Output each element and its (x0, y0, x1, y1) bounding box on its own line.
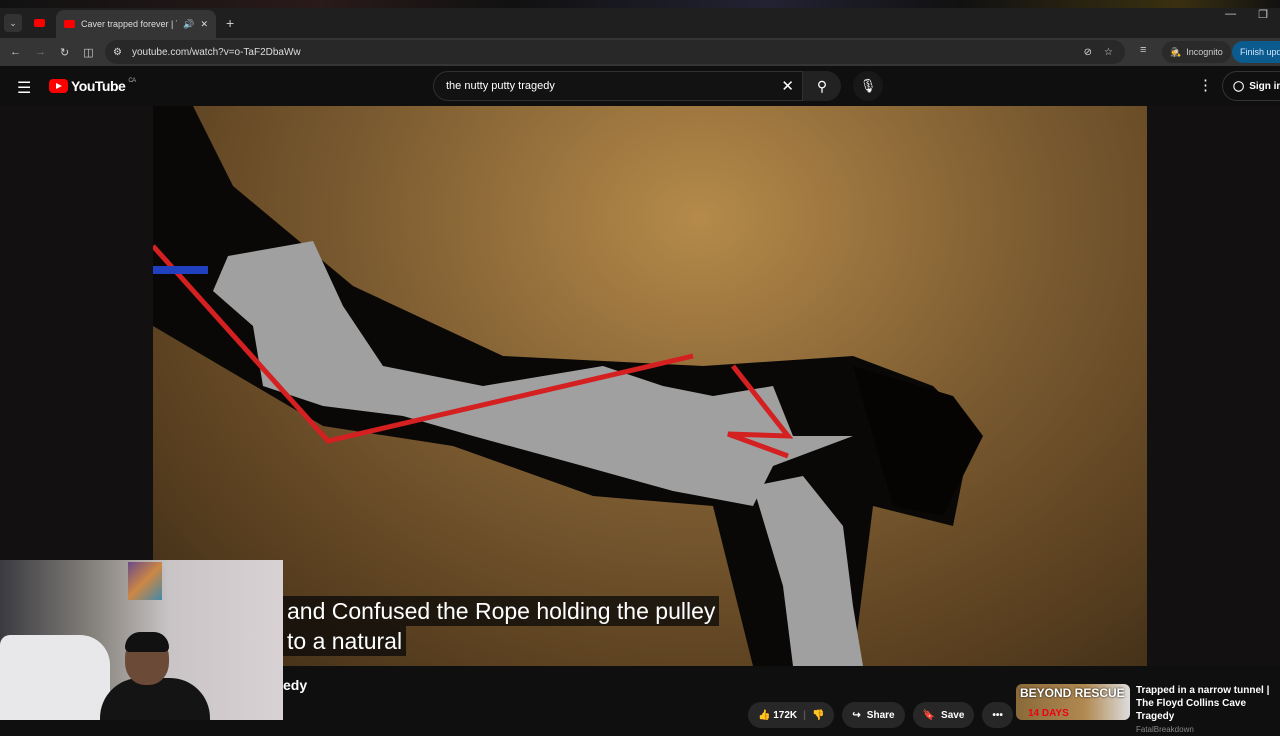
thumbs-up-icon: 👍 (758, 709, 771, 721)
search-button[interactable]: ⚲ (803, 71, 841, 101)
like-count: 172K (773, 709, 798, 721)
dislike-button[interactable]: 👎 (812, 710, 824, 721)
mic-icon: 🎙 (859, 78, 877, 93)
speaker-icon[interactable]: 🔊 (183, 19, 194, 30)
like-dislike-group: 👍 172K | 👎 (748, 702, 835, 728)
address-bar-row: ← → ↻ ◫ ⚙ youtube.com/watch?v=o-TaF2DbaW… (0, 38, 1280, 66)
incognito-label: Incognito (1186, 47, 1223, 57)
video-frame[interactable] (153, 106, 1147, 666)
incognito-badge[interactable]: 🕵 Incognito (1162, 41, 1231, 63)
sign-in-label: Sign in (1249, 80, 1280, 92)
youtube-favicon (64, 20, 75, 28)
account-icon: ◯ (1233, 80, 1245, 92)
close-tab-icon[interactable]: ✕ (200, 19, 208, 30)
menu-icon[interactable]: ☰ (17, 78, 31, 98)
restore-button[interactable]: ❐ (1258, 8, 1268, 21)
player-letterbox-right (1147, 106, 1280, 666)
more-horizontal-icon: ••• (992, 709, 1003, 721)
new-tab-button[interactable]: + (226, 15, 234, 31)
youtube-logo[interactable]: YouTube CA (49, 78, 136, 94)
eye-off-icon[interactable]: ⊘ (1084, 47, 1092, 58)
url-text[interactable]: youtube.com/watch?v=o-TaF2DbaWw (132, 47, 301, 58)
caption-line-1: and Confused the Rope holding the pulley (283, 596, 720, 626)
search-icon: ⚲ (816, 77, 828, 94)
youtube-play-icon (49, 79, 68, 93)
reload-icon[interactable]: ↻ (60, 46, 69, 59)
person-hair (125, 632, 169, 652)
finish-update-button[interactable]: Finish update (1232, 41, 1280, 63)
recommended-video[interactable]: BEYOND RESCUE 14 DAYS Trapped in a narro… (1016, 684, 1280, 734)
pinned-tab-youtube[interactable] (22, 19, 56, 27)
share-button[interactable]: ↪ Share (842, 702, 905, 728)
bed (0, 635, 110, 720)
logo-text: YouTube (71, 78, 126, 94)
omnibox[interactable]: ⚙ youtube.com/watch?v=o-TaF2DbaWw ⊘ ☆ (105, 40, 1125, 64)
share-icon: ↪ (852, 709, 861, 721)
screen-top-strip (0, 0, 1280, 8)
thumbnail-text-2: 14 DAYS (1028, 708, 1069, 719)
thumbs-down-icon: 👎 (811, 709, 825, 721)
star-icon[interactable]: ☆ (1104, 47, 1113, 58)
thumbnail-text-1: BEYOND RESCUE (1020, 686, 1125, 700)
more-options-icon[interactable]: ⋮ (1198, 76, 1213, 94)
video-actions: 👍 172K | 👎 ↪ Share 🔖 Save ••• (748, 702, 1013, 728)
video-captions: and Confused the Rope holding the pulley… (283, 596, 720, 656)
active-tab[interactable]: Caver trapped forever | The 🔊 ✕ (56, 10, 216, 38)
minimize-button[interactable]: — (1225, 8, 1236, 21)
share-label: Share (866, 709, 895, 721)
webcam-overlay (0, 560, 283, 720)
split-view-icon[interactable]: ◫ (83, 46, 93, 59)
video-title: edy (283, 677, 308, 693)
search-value: the nutty putty tragedy (446, 80, 555, 92)
cave-illustration (153, 106, 983, 666)
save-button[interactable]: 🔖 Save (912, 702, 975, 728)
recommended-thumbnail[interactable]: BEYOND RESCUE 14 DAYS (1016, 684, 1130, 720)
tab-bar: ⌄ Caver trapped forever | The 🔊 ✕ + (0, 8, 1280, 38)
recommended-channel[interactable]: FatalBreakdown (1136, 723, 1280, 736)
person-body (100, 678, 210, 720)
forward-icon[interactable]: → (35, 46, 46, 58)
save-label: Save (941, 709, 965, 721)
youtube-header: ☰ YouTube CA the nutty putty tragedy ✕ ⚲ 🎙… (0, 66, 1280, 106)
country-code: CA (128, 78, 136, 84)
bookmark-icon: 🔖 (922, 709, 936, 721)
tab-search-button[interactable]: ⌄ (4, 14, 22, 32)
search-input[interactable]: the nutty putty tragedy ✕ (433, 71, 803, 101)
back-icon[interactable]: ← (10, 46, 21, 58)
window-controls: — ❐ (1225, 8, 1268, 21)
clear-search-icon[interactable]: ✕ (781, 77, 794, 95)
like-button[interactable]: 👍 172K (758, 710, 797, 721)
recommended-title[interactable]: Trapped in a narrow tunnel | The Floyd C… (1136, 684, 1280, 723)
sign-in-button[interactable]: ◯ Sign in (1222, 71, 1280, 101)
incognito-icon: 🕵 (1170, 46, 1182, 57)
voice-search-button[interactable]: 🎙 (853, 71, 883, 101)
tab-title: Caver trapped forever | The (81, 19, 177, 29)
more-actions-button[interactable]: ••• (982, 702, 1013, 728)
youtube-favicon (33, 19, 45, 27)
reading-list-icon[interactable]: ≡ (1140, 44, 1146, 56)
caption-line-2: to a natural (283, 626, 407, 656)
wall-poster (128, 562, 162, 600)
site-settings-icon[interactable]: ⚙ (113, 47, 122, 58)
